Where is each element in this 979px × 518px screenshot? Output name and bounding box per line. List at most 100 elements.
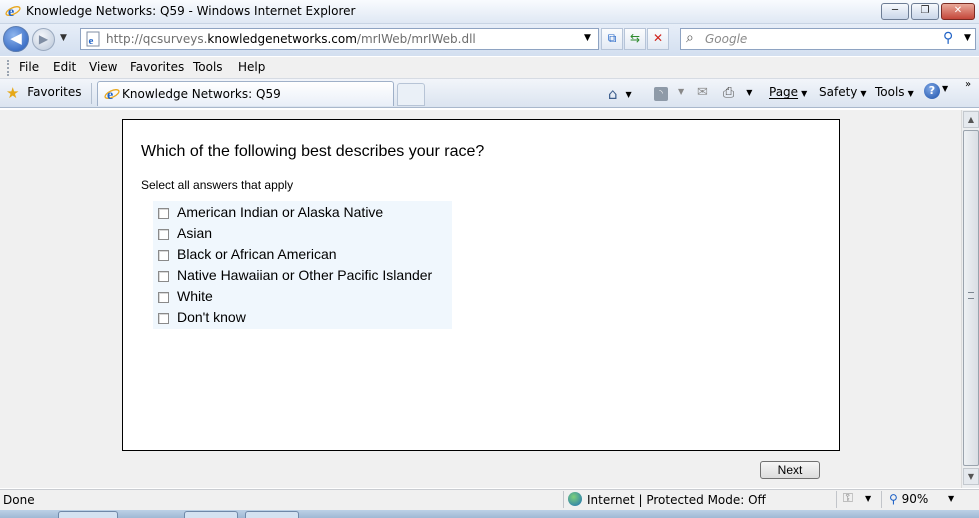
tools-dropdown-icon: ▼ [907,89,914,98]
page-menu-button[interactable]: Page ▼ [769,85,807,99]
home-dropdown-icon[interactable]: ▼ [626,90,632,99]
favorites-label: Favorites [27,85,82,99]
tab-title: Knowledge Networks: Q59 [122,87,281,101]
stop-button[interactable]: ✕ [647,28,669,50]
url-domain: knowledgenetworks.com [207,32,357,46]
menu-favorites[interactable]: Favorites [130,60,184,74]
tools-menu-button[interactable]: Tools ▼ [875,85,914,99]
next-button[interactable]: Next [760,461,820,479]
taskbar-button[interactable] [184,511,238,518]
feeds-button[interactable]: ◝ ▼ [654,85,684,101]
minimize-button[interactable]: ─ [881,3,909,20]
feeds-dropdown-icon[interactable]: ▼ [678,87,684,96]
search-icon[interactable]: ⚲ [943,30,953,46]
home-icon: ⌂ [608,85,618,103]
answer-label[interactable]: Asian [177,225,212,241]
forward-button[interactable]: ▶ [32,28,55,51]
url-path: /mrIWeb/mrIWeb.dll [356,32,476,46]
address-bar[interactable]: e http://qcsurveys.knowledgenetworks.com… [80,28,599,50]
zoom-control[interactable]: ⚲ 90% [889,492,928,506]
read-mail-button[interactable]: ✉ [697,85,708,100]
answer-option[interactable]: American Indian or Alaska Native [158,204,448,224]
refresh-button[interactable]: ⇆ [624,28,646,50]
favorites-button[interactable]: ★ Favorites [6,84,82,102]
back-arrow-icon: ◀ [10,29,22,47]
print-button[interactable]: ⎙ ▼ [723,85,752,101]
answer-checkbox[interactable] [158,292,169,303]
help-dropdown-icon: ▼ [942,84,949,93]
safety-menu-button[interactable]: Safety ▼ [819,85,867,99]
vertical-scrollbar[interactable]: ▲ ▼ [961,110,979,488]
restore-button[interactable]: ❐ [911,3,939,20]
menu-edit[interactable]: Edit [53,60,76,74]
favorites-star-icon: ★ [6,84,20,102]
status-separator [563,491,564,508]
url-prefix: http://qcsurveys. [106,32,208,46]
help-icon: ? [924,83,940,99]
taskbar-button[interactable] [245,511,299,518]
zoom-level: 90% [901,492,929,506]
answer-checkbox[interactable] [158,250,169,261]
answer-checkbox[interactable] [158,208,169,219]
window-title: Knowledge Networks: Q59 - Windows Intern… [26,4,356,18]
survey-panel: Which of the following best describes yo… [122,119,840,451]
menu-view[interactable]: View [89,60,117,74]
instruction-text: Select all answers that apply [141,178,294,192]
tab-ie-icon: e [104,86,120,103]
scroll-up-icon[interactable]: ▲ [963,111,979,128]
home-button[interactable]: ⌂ ▼ [608,85,632,103]
answer-option[interactable]: White [158,288,448,308]
answer-label[interactable]: Black or African American [177,246,337,262]
search-provider-icon: ⌕ [686,30,694,46]
internet-zone-icon [568,492,582,506]
scroll-thumb[interactable] [963,130,979,466]
refresh-icon: ⇆ [629,31,641,45]
answer-checkbox[interactable] [158,271,169,282]
svg-text:e: e [107,88,113,102]
search-box[interactable]: ⌕ Google ⚲ ▼ [680,28,976,50]
status-text: Done [3,493,35,507]
chevron-more-icon[interactable]: » [965,79,971,90]
answer-option[interactable]: Black or African American [158,246,448,266]
page-icon: e [85,31,101,47]
menu-tools[interactable]: Tools [193,60,223,74]
safety-dropdown-icon: ▼ [860,89,867,98]
answer-label[interactable]: White [177,288,213,304]
print-dropdown-icon[interactable]: ▼ [746,88,752,97]
search-options-dropdown-icon[interactable]: ▼ [964,33,971,43]
scroll-down-icon[interactable]: ▼ [963,468,979,485]
safety-menu-label: Safety [819,85,858,99]
menu-grip [7,60,9,76]
taskbar-button[interactable] [58,511,118,518]
rss-feed-icon: ◝ [654,87,668,101]
address-url[interactable]: http://qcsurveys.knowledgenetworks.com/m… [106,32,476,46]
answer-label[interactable]: American Indian or Alaska Native [177,204,383,220]
answer-label[interactable]: Don't know [177,309,246,325]
answer-checkbox[interactable] [158,313,169,324]
answer-option[interactable]: Don't know [158,309,448,329]
close-window-button[interactable]: ✕ [941,3,975,20]
back-button[interactable]: ◀ [3,26,29,52]
answer-checkbox[interactable] [158,229,169,240]
recent-pages-dropdown-icon[interactable]: ▼ [60,33,67,43]
help-menu-button[interactable]: ? ▼ [924,83,948,99]
tab-knowledge-networks[interactable]: e Knowledge Networks: Q59 [97,81,394,106]
answer-option[interactable]: Asian [158,225,448,245]
zoom-magnifier-icon: ⚲ [889,492,898,506]
menu-file[interactable]: File [19,60,39,74]
search-input[interactable]: Google [705,32,747,46]
menu-help[interactable]: Help [238,60,265,74]
compatibility-view-button[interactable]: ⧉ [601,28,623,50]
protected-mode-lock-icon[interactable]: ⚿ [843,491,853,506]
protected-mode-dropdown-icon[interactable]: ▼ [865,494,871,503]
thumb-grip-icon [968,292,974,299]
security-zone-text[interactable]: Internet | Protected Mode: Off [587,493,766,507]
answer-option[interactable]: Native Hawaiian or Other Pacific Islande… [158,267,448,287]
new-tab-button[interactable] [397,83,425,106]
svg-text:e: e [8,5,14,19]
answer-label[interactable]: Native Hawaiian or Other Pacific Islande… [177,267,432,283]
address-dropdown-icon[interactable]: ▼ [584,33,591,43]
stop-icon: ✕ [652,31,664,45]
favorites-separator [91,83,92,104]
zoom-dropdown-icon[interactable]: ▼ [948,494,954,503]
